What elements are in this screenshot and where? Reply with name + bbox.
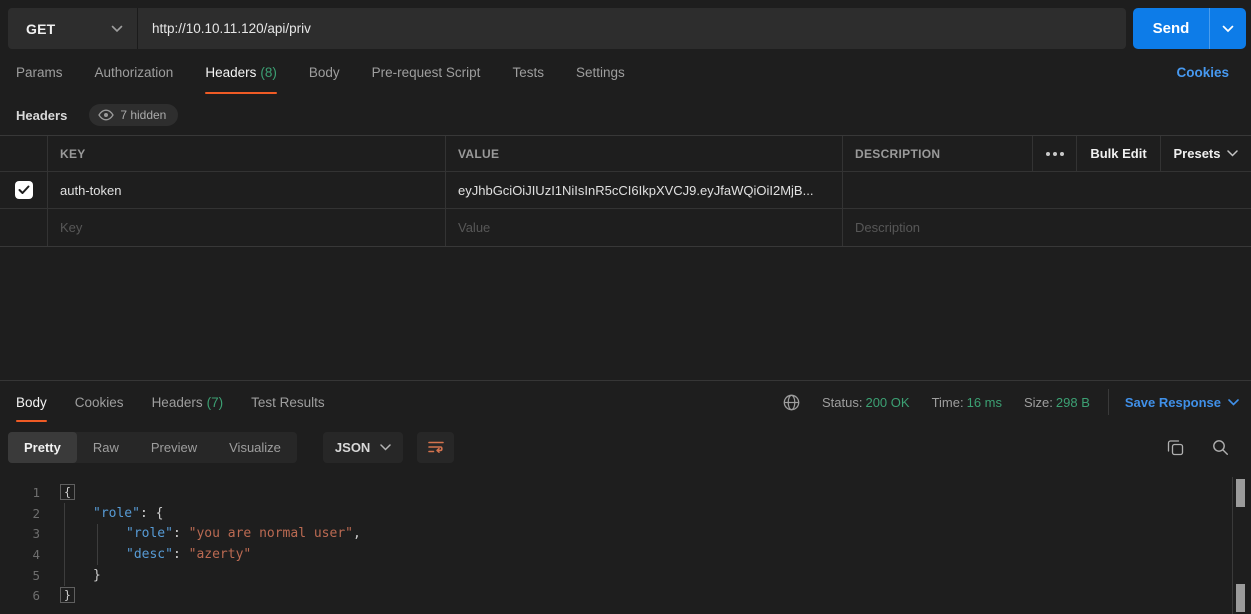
- line-number: 1: [0, 485, 40, 500]
- scrollbar-thumb[interactable]: [1236, 479, 1245, 507]
- tab-settings[interactable]: Settings: [576, 49, 625, 95]
- response-tabs: Body Cookies Headers (7) Test Results: [16, 381, 353, 423]
- chevron-down-icon: [1220, 150, 1238, 157]
- response-view-controls: Pretty Raw Preview Visualize JSON: [0, 423, 1251, 467]
- code-line: 5 }: [0, 565, 1231, 586]
- response-meta: Status:200 OK Time:16 ms Size:298 B Save…: [783, 389, 1239, 415]
- hidden-headers-toggle[interactable]: 7 hidden: [89, 104, 178, 126]
- tab-headers[interactable]: Headers (8): [205, 49, 277, 95]
- presets-dropdown[interactable]: Presets: [1161, 136, 1251, 171]
- response-tab-body[interactable]: Body: [16, 381, 47, 423]
- three-dots-icon: [1046, 152, 1064, 156]
- header-key-field[interactable]: auth-token: [60, 183, 121, 198]
- headers-subbar: Headers 7 hidden: [0, 95, 1251, 135]
- wrap-text-icon: [427, 439, 445, 455]
- search-icon[interactable]: [1212, 439, 1229, 456]
- line-number: 4: [0, 547, 40, 562]
- globe-icon[interactable]: [783, 394, 800, 411]
- size-badge: Size:298 B: [1024, 395, 1090, 410]
- key-placeholder-field[interactable]: Key: [60, 220, 82, 235]
- headers-section-title: Headers: [16, 108, 67, 123]
- url-input[interactable]: http://10.10.11.120/api/priv: [138, 21, 1126, 36]
- view-mode-segmented-control: Pretty Raw Preview Visualize: [8, 432, 297, 463]
- response-body-viewer[interactable]: 1 { 2 "role": { 3 "role": "you are norma…: [0, 477, 1251, 614]
- divider: [1108, 389, 1109, 415]
- response-tab-headers[interactable]: Headers (7): [152, 381, 224, 423]
- chevron-down-icon: [1222, 25, 1234, 33]
- row-enabled-checkbox[interactable]: [15, 181, 33, 199]
- send-split-button: Send: [1133, 8, 1246, 49]
- response-panel: Body Cookies Headers (7) Test Results St…: [0, 380, 1251, 614]
- line-number: 3: [0, 526, 40, 541]
- tab-authorization[interactable]: Authorization: [95, 49, 174, 95]
- headers-table: KEY VALUE DESCRIPTION Bulk Edit Presets …: [0, 135, 1251, 247]
- view-tab-visualize[interactable]: Visualize: [213, 432, 297, 463]
- chevron-down-icon: [111, 25, 123, 33]
- tab-body[interactable]: Body: [309, 49, 340, 95]
- chevron-down-icon: [380, 444, 391, 451]
- tab-params[interactable]: Params: [16, 49, 63, 95]
- copy-icon[interactable]: [1167, 439, 1184, 456]
- response-tab-test-results[interactable]: Test Results: [251, 381, 325, 423]
- save-response-button[interactable]: Save Response: [1125, 395, 1239, 410]
- cookies-link[interactable]: Cookies: [1176, 65, 1229, 80]
- headers-count-badge: (8): [260, 65, 277, 80]
- view-tab-preview[interactable]: Preview: [135, 432, 213, 463]
- code-line: 4 "desc": "azerty": [0, 544, 1231, 565]
- request-bar: GET http://10.10.11.120/api/priv Send: [0, 0, 1251, 49]
- line-number: 6: [0, 588, 40, 603]
- send-options-button[interactable]: [1209, 8, 1246, 49]
- tab-pre-request-script[interactable]: Pre-request Script: [372, 49, 481, 95]
- more-options-button[interactable]: [1033, 136, 1077, 171]
- code-line: 3 "role": "you are normal user",: [0, 523, 1231, 544]
- column-header-key: KEY: [48, 136, 446, 171]
- table-header-row: KEY VALUE DESCRIPTION Bulk Edit Presets: [0, 136, 1251, 172]
- line-number: 2: [0, 506, 40, 521]
- response-tab-cookies[interactable]: Cookies: [75, 381, 124, 423]
- chevron-down-icon: [1221, 399, 1239, 406]
- code-line: 2 "role": {: [0, 503, 1231, 524]
- bulk-edit-button[interactable]: Bulk Edit: [1077, 136, 1161, 171]
- tab-tests[interactable]: Tests: [512, 49, 544, 95]
- column-header-description: DESCRIPTION: [843, 136, 1033, 171]
- response-header: Body Cookies Headers (7) Test Results St…: [0, 381, 1251, 423]
- time-badge: Time:16 ms: [932, 395, 1002, 410]
- eye-icon: [98, 109, 114, 121]
- method-label: GET: [26, 21, 55, 37]
- column-header-value: VALUE: [446, 136, 843, 171]
- wrap-text-button[interactable]: [417, 432, 454, 463]
- request-tabs: Params Authorization Headers (8) Body Pr…: [0, 49, 1251, 95]
- view-tab-raw[interactable]: Raw: [77, 432, 135, 463]
- format-dropdown[interactable]: JSON: [323, 432, 403, 463]
- url-container: GET http://10.10.11.120/api/priv: [8, 8, 1126, 49]
- hidden-headers-label: 7 hidden: [120, 108, 166, 122]
- view-tab-pretty[interactable]: Pretty: [8, 432, 77, 463]
- table-row-empty: Key Value Description: [0, 209, 1251, 246]
- code-lines: 1 { 2 "role": { 3 "role": "you are norma…: [0, 482, 1231, 606]
- select-all-cell: [0, 136, 48, 171]
- header-value-field[interactable]: eyJhbGciOiJIUzI1NiIsInR5cCI6IkpXVCJ9.eyJ…: [458, 183, 813, 198]
- vertical-scrollbar[interactable]: [1232, 477, 1251, 614]
- status-badge: Status:200 OK: [822, 395, 910, 410]
- value-placeholder-field[interactable]: Value: [458, 220, 490, 235]
- scrollbar-thumb[interactable]: [1236, 584, 1245, 612]
- method-selector[interactable]: GET: [8, 8, 138, 49]
- send-button[interactable]: Send: [1133, 8, 1209, 49]
- response-headers-count-badge: (7): [207, 395, 224, 410]
- line-number: 5: [0, 568, 40, 583]
- fold-toggle[interactable]: {: [60, 484, 75, 500]
- code-line: 6 }: [0, 585, 1231, 606]
- response-actions: [1167, 439, 1239, 456]
- description-placeholder-field[interactable]: Description: [855, 220, 920, 235]
- code-line: 1 {: [0, 482, 1231, 503]
- fold-toggle[interactable]: }: [60, 587, 75, 603]
- table-row: auth-token eyJhbGciOiJIUzI1NiIsInR5cCI6I…: [0, 172, 1251, 209]
